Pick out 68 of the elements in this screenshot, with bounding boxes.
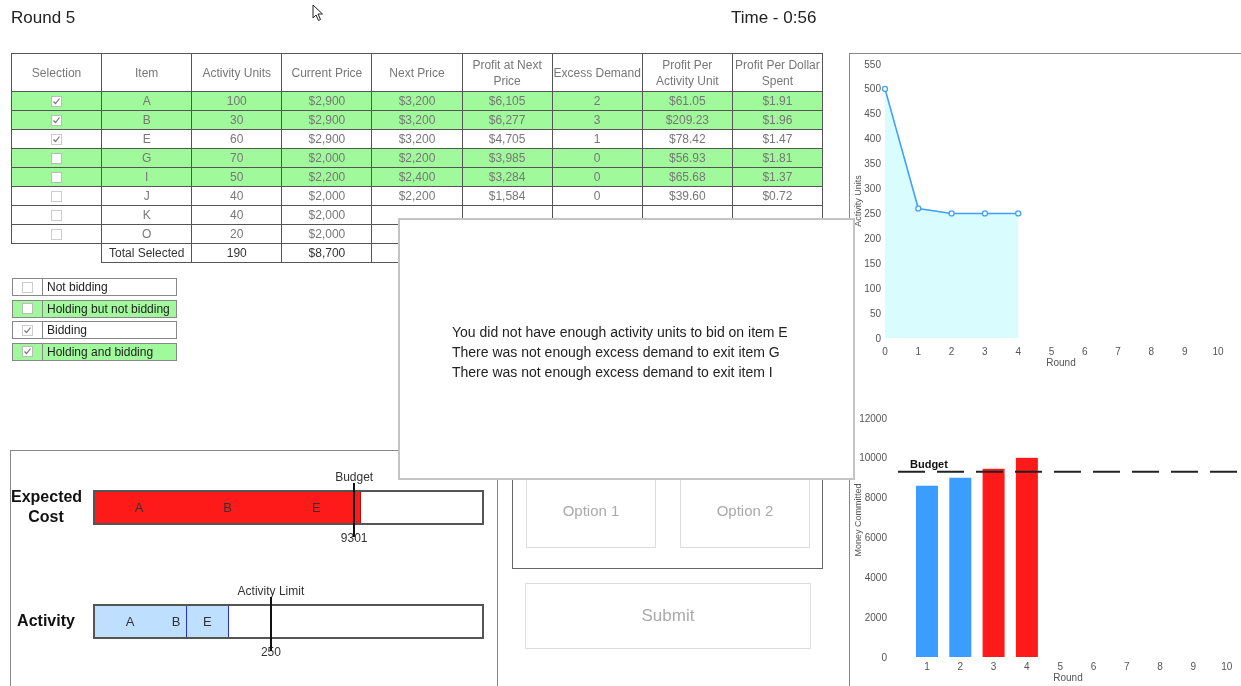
limit-label: Activity Limit (237, 583, 305, 598)
axis-tick-label: 300 (864, 183, 881, 195)
axis-tick-label: 350 (864, 158, 881, 170)
axis-tick-label: 150 (864, 257, 881, 269)
axis-tick-label: 1 (915, 346, 922, 357)
axis-tick-label: 3 (982, 346, 988, 357)
axis-tick-label: 500 (864, 83, 881, 95)
limit-label: Budget (335, 469, 374, 484)
axis-tick-label: 50 (869, 307, 881, 319)
column-header: Profit at Next Price (462, 53, 553, 92)
axis-tick-label: 2 (948, 346, 955, 357)
limit-value: 9301 (340, 530, 368, 545)
legend-label: Not bidding (46, 279, 109, 295)
meter-label: Expected Cost (11, 487, 84, 527)
axis-tick-label: 0 (875, 332, 881, 344)
axis-tick-label: 450 (864, 108, 881, 120)
axis-tick-label: 10 (1212, 346, 1224, 357)
column-header: Activity Units (191, 53, 282, 92)
axis-tick-label: 6 (1090, 661, 1097, 673)
timer: Time - 0:56 (731, 8, 817, 28)
dialog-message: You did not have enough activity units to bid on item E (452, 323, 789, 342)
dialog-message: There was not enough excess demand to exit item G (452, 343, 781, 362)
axis-tick-label: 8000 (864, 492, 887, 504)
axis-title: Money Committed (853, 483, 863, 557)
round-title: Round 5 (11, 8, 76, 28)
column-header: Profit Per Dollar Spent (732, 53, 823, 92)
column-header: Excess Demand (552, 53, 643, 92)
axis-tick-label: 4000 (864, 572, 887, 584)
axis-tick-label: 3 (990, 661, 997, 673)
axis-tick-label: 1 (924, 661, 930, 673)
axis-tick-label: 10000 (859, 452, 887, 464)
axis-tick-label: 0 (882, 346, 888, 357)
column-header: Next Price (371, 53, 463, 92)
axis-tick-label: 6000 (864, 532, 887, 544)
axis-tick-label: 7 (1115, 346, 1121, 357)
column-header: Selection (11, 53, 102, 92)
axis-tick-label: 9 (1190, 661, 1197, 673)
axis-tick-label: 5 (1057, 661, 1063, 673)
legend-label: Holding and bidding (46, 343, 155, 360)
axis-tick-label: 200 (864, 232, 881, 244)
legend-label: Holding but not bidding (46, 300, 171, 317)
axis-tick-label: 4 (1015, 346, 1021, 357)
axis-tick-label: 2 (957, 661, 964, 673)
axis-tick-label: 10 (1221, 661, 1233, 673)
column-header: Item (101, 53, 192, 92)
axis-tick-label: 2000 (864, 612, 887, 624)
axis-tick-label: 0 (881, 651, 887, 663)
axis-tick-label: 5 (1048, 346, 1055, 357)
axis-tick-label: 12000 (859, 412, 887, 424)
axis-tick-label: 8 (1157, 661, 1163, 673)
column-header: Current Price (281, 53, 372, 92)
axis-tick-label: 6 (1082, 346, 1088, 357)
column-header: Profit Per Activity Unit (642, 53, 733, 92)
axis-tick-label: 4 (1024, 661, 1030, 673)
axis-tick-label: 8 (1148, 346, 1155, 357)
axis-title: Round (1053, 672, 1083, 684)
legend-label: Bidding (46, 322, 89, 338)
axis-title: Round (1046, 357, 1076, 368)
budget-label: Budget (910, 458, 948, 471)
axis-title: Activity Units (853, 175, 863, 227)
axis-tick-label: 7 (1124, 661, 1130, 673)
axis-tick-label: 400 (864, 133, 881, 145)
axis-tick-label: 250 (864, 207, 881, 219)
axis-tick-label: 9 (1181, 346, 1188, 357)
meter-label: Activity (16, 611, 76, 631)
axis-tick-label: 100 (864, 282, 881, 294)
dialog-message: There was not enough excess demand to exit item I (452, 363, 774, 382)
axis-tick-label: 550 (864, 58, 881, 70)
